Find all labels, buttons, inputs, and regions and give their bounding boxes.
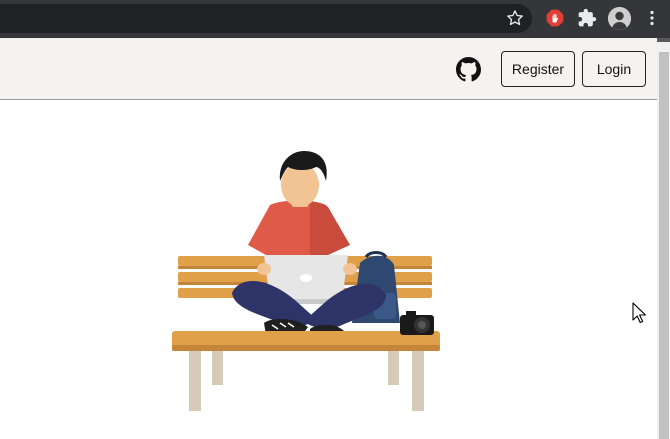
- register-button[interactable]: Register: [501, 51, 575, 87]
- puzzle-extensions-icon[interactable]: [577, 8, 597, 28]
- github-icon[interactable]: [456, 57, 481, 82]
- bench-leg: [189, 350, 201, 411]
- adblock-extension-icon[interactable]: [545, 8, 565, 28]
- login-button[interactable]: Login: [582, 51, 646, 87]
- profile-avatar[interactable]: [608, 7, 631, 30]
- scrollbar-thumb[interactable]: [659, 52, 669, 439]
- browser-toolbar: [0, 0, 670, 38]
- scrollbar-edge: [657, 38, 670, 42]
- hero-illustration: [172, 151, 440, 411]
- main-content: [0, 100, 657, 439]
- bench-leg: [388, 350, 399, 385]
- address-bar[interactable]: [0, 4, 532, 33]
- bench-leg: [412, 350, 424, 411]
- kebab-menu-icon[interactable]: [642, 8, 662, 28]
- bench-seat-edge: [172, 345, 440, 351]
- laptop-logo: [300, 274, 312, 282]
- hand: [257, 263, 271, 275]
- camera-top: [406, 311, 416, 316]
- site-header: Register Login: [0, 38, 657, 100]
- hand: [343, 263, 357, 275]
- bench-leg: [212, 350, 223, 385]
- mouse-cursor-icon: [632, 302, 646, 324]
- camera-lens-glass: [418, 321, 426, 329]
- star-icon[interactable]: [505, 8, 525, 28]
